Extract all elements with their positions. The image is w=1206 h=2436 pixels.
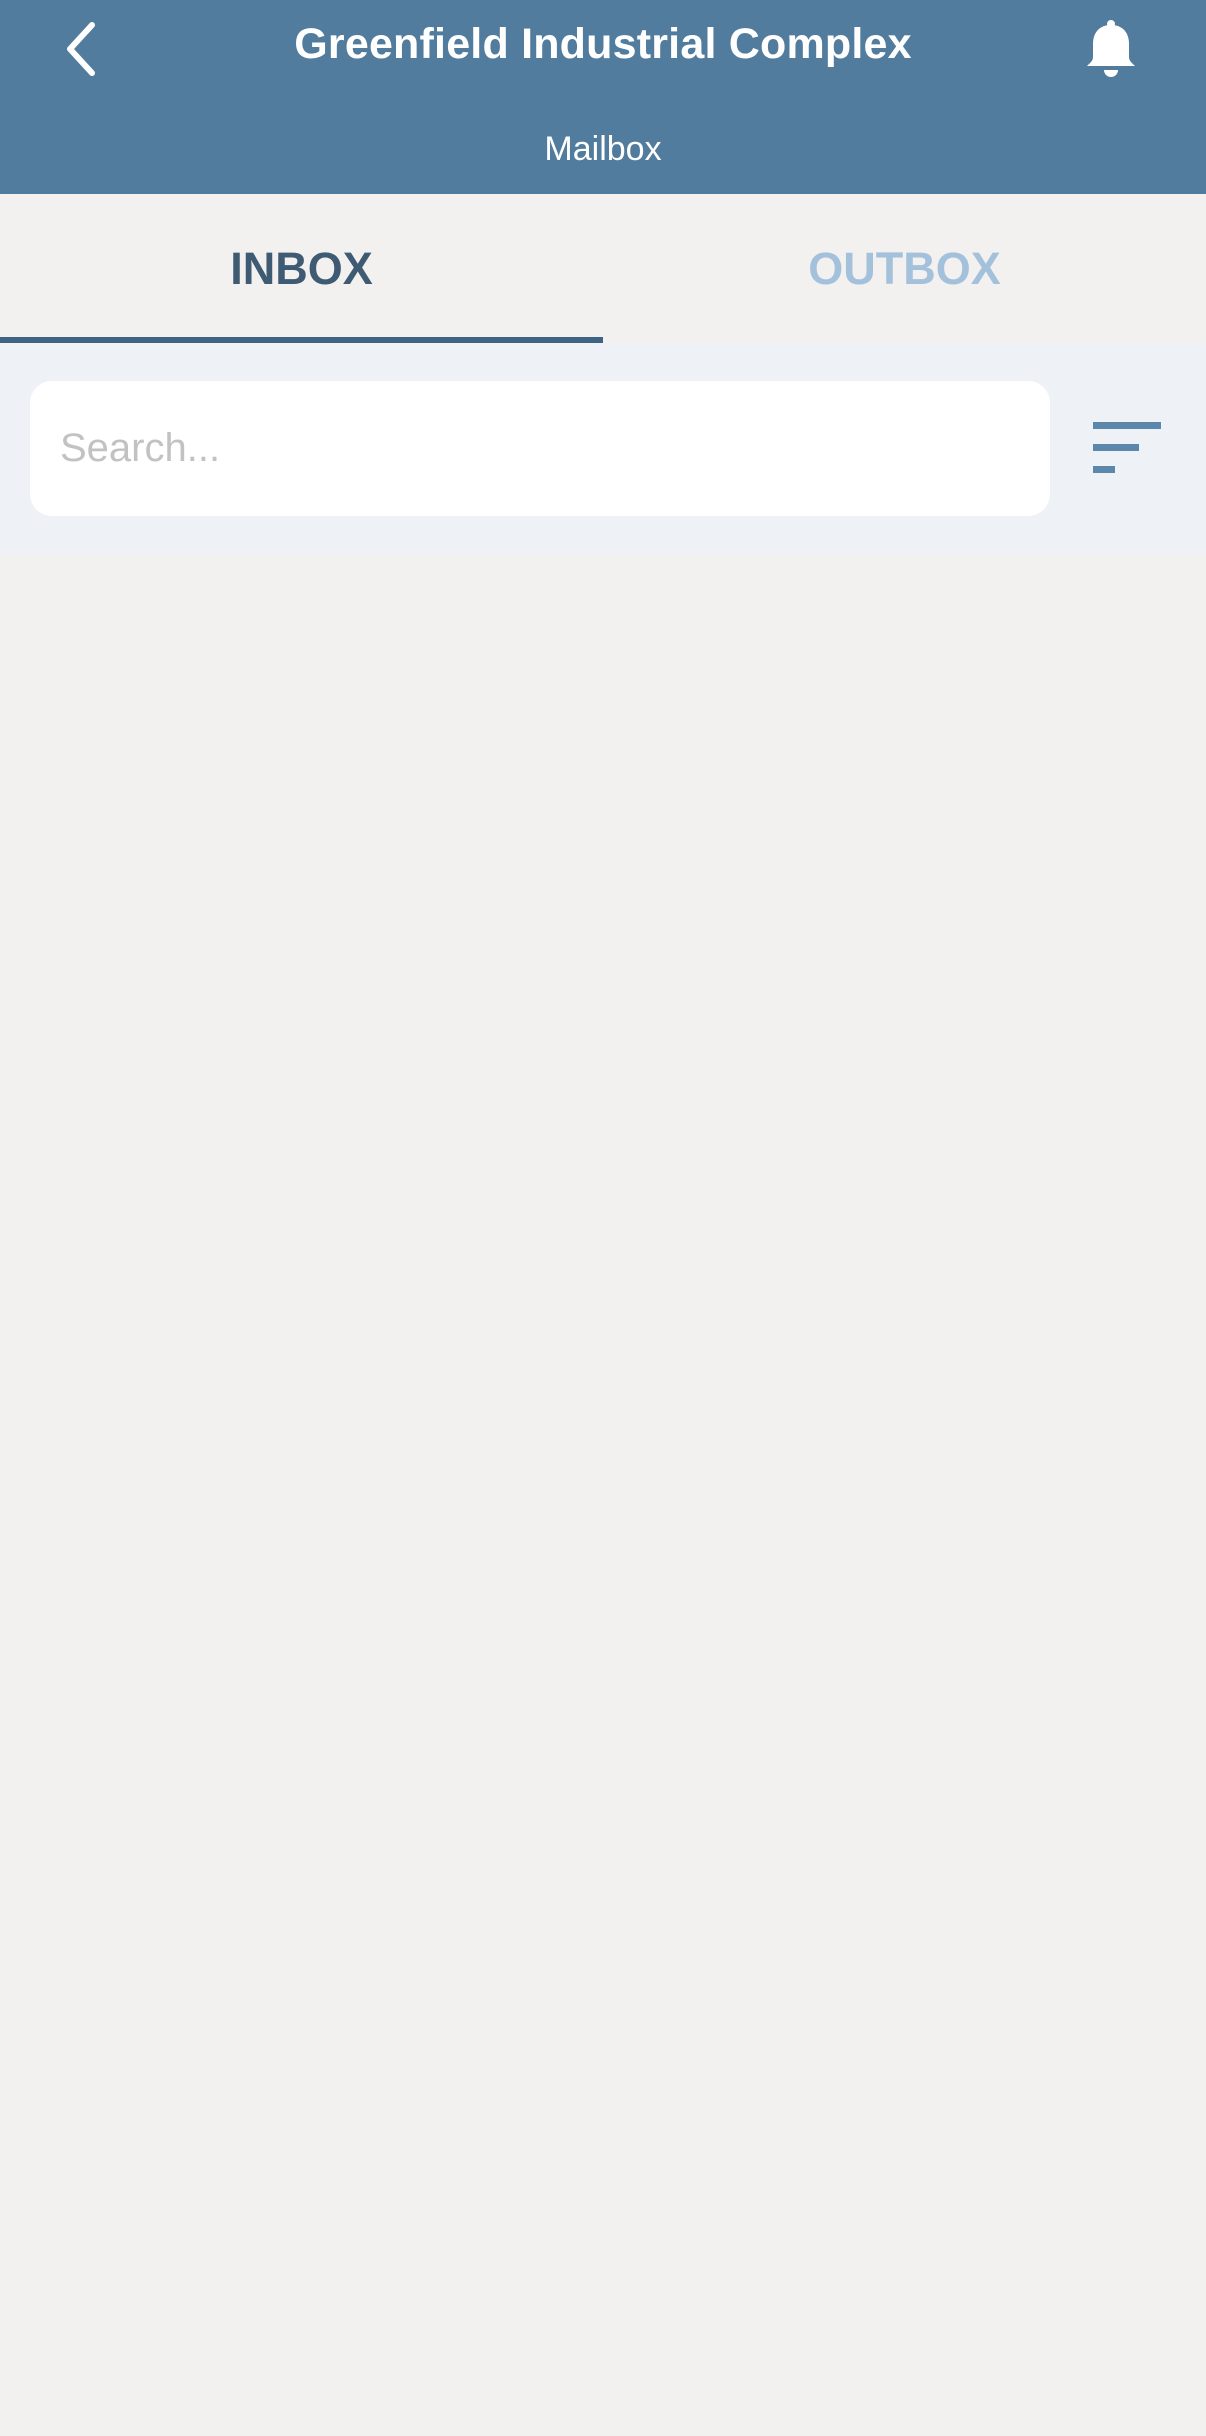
search-bar xyxy=(0,343,1206,554)
page-subtitle: Mailbox xyxy=(544,130,662,168)
tab-outbox-label: OUTBOX xyxy=(808,242,1001,294)
filter-button[interactable] xyxy=(1085,418,1165,478)
mailbox-tabs: INBOX OUTBOX xyxy=(0,194,1206,343)
filter-sort-icon xyxy=(1093,422,1161,473)
bell-icon xyxy=(1087,20,1135,77)
mailbox-screen: Greenfield Industrial Complex Mailbox IN… xyxy=(0,0,1206,2436)
message-list xyxy=(0,554,1206,2436)
tab-inbox-label: INBOX xyxy=(230,242,373,294)
page-title: Greenfield Industrial Complex xyxy=(294,20,912,68)
tab-inbox[interactable]: INBOX xyxy=(0,194,603,343)
search-input[interactable] xyxy=(30,381,1050,516)
header-bar: Greenfield Industrial Complex Mailbox xyxy=(0,0,1206,194)
tab-outbox[interactable]: OUTBOX xyxy=(603,194,1206,343)
notifications-button[interactable] xyxy=(1076,14,1146,84)
